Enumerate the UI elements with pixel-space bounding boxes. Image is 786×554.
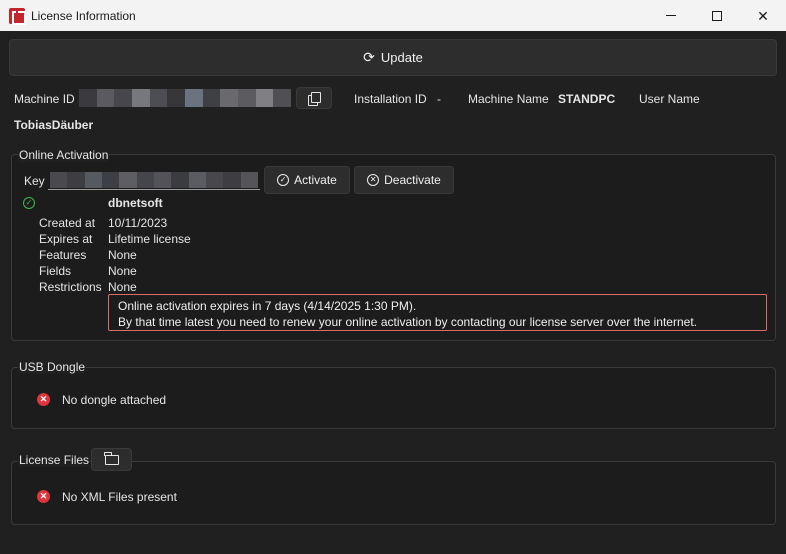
- minimize-button[interactable]: [648, 0, 694, 31]
- redaction-tile: [238, 89, 256, 107]
- installation-id-value: -: [437, 92, 441, 106]
- expires-label: Expires at: [39, 232, 93, 246]
- deactivate-label: Deactivate: [384, 173, 441, 187]
- redaction-tile: [119, 172, 137, 188]
- title-bar: License Information ✕: [0, 0, 786, 31]
- redaction-tile: [220, 89, 239, 107]
- created-value: 10/11/2023: [108, 216, 168, 230]
- fields-label: Fields: [39, 264, 72, 278]
- machine-name-value: STANDPC: [558, 92, 616, 106]
- close-button[interactable]: ✕: [740, 0, 786, 31]
- online-activation-title: Online Activation: [18, 148, 110, 162]
- redaction-tile: [153, 172, 172, 188]
- copy-machine-id-button[interactable]: [296, 87, 332, 109]
- redaction-tile: [136, 172, 154, 188]
- redaction-tile: [255, 89, 274, 107]
- licensee-name: dbnetsoft: [108, 196, 163, 210]
- copy-icon: [308, 92, 321, 106]
- key-input[interactable]: [48, 171, 260, 190]
- fields-value: None: [108, 264, 137, 278]
- redaction-tile: [84, 172, 102, 188]
- expiry-warning-box: Online activation expires in 7 days (4/1…: [108, 294, 767, 331]
- activate-label: Activate: [294, 173, 337, 187]
- expires-value: Lifetime license: [108, 232, 191, 246]
- restrictions-value: None: [108, 280, 137, 294]
- features-label: Features: [39, 248, 87, 262]
- redaction-tile: [188, 172, 206, 188]
- installation-id-label: Installation ID: [354, 92, 427, 106]
- update-button[interactable]: ⟳ Update: [9, 39, 777, 76]
- redaction-tile: [202, 89, 221, 107]
- license-files-status: No XML Files present: [62, 490, 177, 504]
- refresh-icon: ⟳: [363, 49, 375, 65]
- machine-name-label: Machine Name: [468, 92, 549, 106]
- open-folder-button[interactable]: [91, 448, 132, 471]
- check-circle-icon: ✓: [277, 174, 290, 186]
- usb-dongle-title: USB Dongle: [18, 360, 87, 374]
- error-circle-icon: ✕: [37, 490, 50, 503]
- redaction-tile: [50, 172, 68, 188]
- app-logo-icon: [9, 8, 26, 25]
- redaction-tile: [132, 89, 150, 107]
- redaction-tile: [149, 89, 168, 107]
- close-icon: ✕: [757, 7, 769, 24]
- maximize-icon: [712, 10, 722, 21]
- redaction-tile: [240, 172, 258, 188]
- activate-button[interactable]: ✓ Activate: [264, 166, 350, 194]
- maximize-button[interactable]: [694, 0, 740, 31]
- redaction-tile: [171, 172, 189, 188]
- x-circle-icon: ✕: [367, 174, 380, 186]
- redaction-tile: [101, 172, 120, 188]
- redaction-tile: [273, 89, 292, 107]
- window-title: License Information: [31, 9, 136, 23]
- update-label: Update: [380, 50, 423, 65]
- created-label: Created at: [39, 216, 96, 230]
- folder-open-icon: [104, 451, 119, 465]
- deactivate-button[interactable]: ✕ Deactivate: [354, 166, 454, 194]
- redaction-tile: [185, 89, 203, 107]
- error-circle-icon: ✕: [37, 393, 50, 406]
- user-name-label: User Name: [639, 92, 700, 106]
- machine-id-value-redacted: [79, 89, 292, 107]
- redaction-tile: [96, 89, 115, 107]
- features-value: None: [108, 248, 137, 262]
- key-label: Key: [24, 174, 45, 188]
- redaction-tile: [223, 172, 241, 188]
- redaction-tile: [205, 172, 224, 188]
- redaction-tile: [67, 172, 85, 188]
- warning-line-2: By that time latest you need to renew yo…: [118, 315, 697, 329]
- check-circle-icon: ✓: [23, 197, 35, 209]
- restrictions-label: Restrictions: [39, 280, 102, 294]
- warning-line-1: Online activation expires in 7 days (4/1…: [118, 299, 417, 313]
- machine-id-label: Machine ID: [14, 92, 75, 106]
- redaction-tile: [79, 89, 97, 107]
- minimize-icon: [666, 15, 676, 16]
- user-name-value: TobiasDäuber: [14, 118, 94, 132]
- license-files-title: License Files: [18, 453, 91, 467]
- dongle-status: No dongle attached: [62, 393, 167, 407]
- redaction-tile: [114, 89, 133, 107]
- redaction-tile: [167, 89, 186, 107]
